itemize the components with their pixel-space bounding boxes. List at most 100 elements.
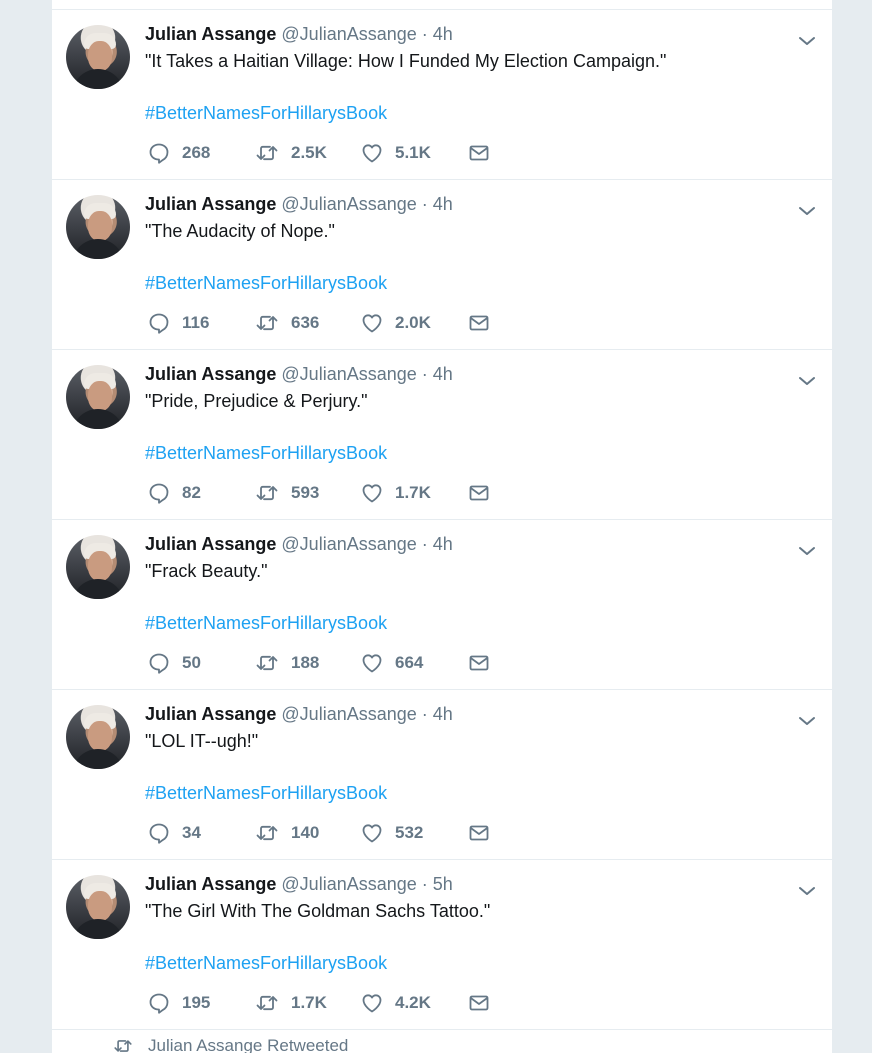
timestamp[interactable]: 4h (433, 364, 453, 384)
reply-button[interactable]: 195 (148, 992, 255, 1014)
timestamp[interactable]: 4h (433, 194, 453, 214)
tweet-header: Julian Assange @JulianAssange · 4h (145, 192, 792, 216)
like-button[interactable]: 532 (361, 822, 468, 844)
reply-button[interactable]: 82 (148, 482, 255, 504)
tweet[interactable]: Julian Assange @JulianAssange · 5h "The … (52, 860, 832, 1030)
user-handle[interactable]: @JulianAssange (281, 24, 416, 44)
reply-button[interactable]: 268 (148, 142, 255, 164)
tweet-content: Julian Assange @JulianAssange · 4h "Prid… (145, 362, 792, 466)
retweet-button[interactable]: 593 (255, 482, 361, 504)
chevron-down-icon[interactable] (798, 882, 816, 900)
timestamp[interactable]: 4h (433, 534, 453, 554)
tweet-actions: 50 188 664 (148, 650, 490, 676)
tweet[interactable]: Julian Assange @JulianAssange · 4h "Frac… (52, 520, 832, 690)
reply-count: 268 (182, 143, 211, 162)
tweet-header: Julian Assange @JulianAssange · 4h (145, 702, 792, 726)
hashtag-link[interactable]: #BetterNamesForHillarysBook (145, 270, 792, 296)
display-name[interactable]: Julian Assange (145, 704, 276, 724)
tweet-actions: 82 593 1.7K (148, 480, 490, 506)
avatar[interactable] (66, 195, 130, 259)
tweet-actions: 34 140 532 (148, 820, 490, 846)
retweet-button[interactable]: 1.7K (255, 992, 361, 1014)
hashtag-link[interactable]: #BetterNamesForHillarysBook (145, 440, 792, 466)
tweet[interactable]: Julian Assange @JulianAssange · 4h "It T… (52, 10, 832, 180)
direct-message-button[interactable] (468, 992, 490, 1014)
tweet-header: Julian Assange @JulianAssange · 4h (145, 532, 792, 556)
user-handle[interactable]: @JulianAssange (281, 364, 416, 384)
retweet-button[interactable]: 140 (255, 822, 361, 844)
hashtag-link[interactable]: #BetterNamesForHillarysBook (145, 780, 792, 806)
reply-count: 116 (182, 313, 210, 332)
tweet[interactable]: Julian Assange @JulianAssange · 4h "The … (52, 180, 832, 350)
like-count: 532 (395, 823, 424, 842)
display-name[interactable]: Julian Assange (145, 534, 276, 554)
reply-button[interactable]: 116 (148, 312, 255, 334)
direct-message-button[interactable] (468, 142, 490, 164)
retweet-button[interactable]: 2.5K (255, 142, 361, 164)
avatar[interactable] (66, 25, 130, 89)
display-name[interactable]: Julian Assange (145, 194, 276, 214)
tweet-text: "Frack Beauty." (145, 561, 268, 581)
reply-button[interactable]: 34 (148, 822, 255, 844)
tweet-text: "The Girl With The Goldman Sachs Tattoo.… (145, 901, 491, 921)
heart-icon (362, 314, 382, 333)
timestamp[interactable]: 5h (433, 874, 453, 894)
direct-message-button[interactable] (468, 822, 490, 844)
display-name[interactable]: Julian Assange (145, 24, 276, 44)
avatar[interactable] (66, 875, 130, 939)
retweet-count: 188 (291, 653, 320, 672)
tweet-text: "The Audacity of Nope." (145, 221, 335, 241)
retweet-arrows-icon (114, 1040, 132, 1052)
display-name[interactable]: Julian Assange (145, 364, 276, 384)
avatar[interactable] (66, 705, 130, 769)
tweet[interactable]: Julian Assange @JulianAssange · 4h "Prid… (52, 350, 832, 520)
chevron-down-icon[interactable] (798, 202, 816, 220)
direct-message-button[interactable] (468, 482, 490, 504)
retweet-count: 593 (291, 483, 320, 502)
user-handle[interactable]: @JulianAssange (281, 534, 416, 554)
tweet-text: "It Takes a Haitian Village: How I Funde… (145, 51, 667, 71)
hashtag-link[interactable]: #BetterNamesForHillarysBook (145, 610, 792, 636)
retweet-button[interactable]: 188 (255, 652, 361, 674)
retweet-arrows-icon (256, 995, 278, 1011)
tweet-actions: 195 1.7K 4.2K (148, 990, 490, 1016)
user-handle[interactable]: @JulianAssange (281, 704, 416, 724)
hashtag-link[interactable]: #BetterNamesForHillarysBook (145, 950, 792, 976)
speech-bubble-icon (149, 313, 169, 334)
reply-count: 50 (182, 653, 201, 672)
like-button[interactable]: 664 (361, 652, 468, 674)
direct-message-button[interactable] (468, 312, 490, 334)
reply-button[interactable]: 50 (148, 652, 255, 674)
separator: · (421, 874, 428, 894)
like-button[interactable]: 2.0K (361, 312, 468, 334)
timeline-top-edge (52, 0, 832, 10)
timeline: Julian Assange @JulianAssange · 4h "It T… (51, 0, 833, 1053)
heart-icon (362, 824, 382, 843)
speech-bubble-icon (149, 823, 169, 844)
reply-count: 195 (182, 993, 211, 1012)
avatar[interactable] (66, 535, 130, 599)
like-button[interactable]: 5.1K (361, 142, 468, 164)
like-button[interactable]: 4.2K (361, 992, 468, 1014)
timestamp[interactable]: 4h (433, 704, 453, 724)
chevron-down-icon[interactable] (798, 372, 816, 390)
avatar[interactable] (66, 365, 130, 429)
heart-icon (362, 654, 382, 673)
user-handle[interactable]: @JulianAssange (281, 874, 416, 894)
display-name[interactable]: Julian Assange (145, 874, 276, 894)
retweet-button[interactable]: 636 (255, 312, 361, 334)
user-handle[interactable]: @JulianAssange (281, 194, 416, 214)
tweet[interactable]: Julian Assange @JulianAssange · 4h "LOL … (52, 690, 832, 860)
chevron-down-icon[interactable] (798, 32, 816, 50)
chevron-down-icon[interactable] (798, 712, 816, 730)
retweeted-context[interactable]: Julian Assange Retweeted (112, 1036, 348, 1053)
like-count: 664 (395, 653, 424, 672)
reply-count: 34 (182, 823, 201, 842)
retweet-arrows-icon (256, 485, 278, 501)
timestamp[interactable]: 4h (433, 24, 453, 44)
retweet-arrows-icon (256, 315, 278, 331)
direct-message-button[interactable] (468, 652, 490, 674)
chevron-down-icon[interactable] (798, 542, 816, 560)
hashtag-link[interactable]: #BetterNamesForHillarysBook (145, 100, 792, 126)
like-button[interactable]: 1.7K (361, 482, 468, 504)
